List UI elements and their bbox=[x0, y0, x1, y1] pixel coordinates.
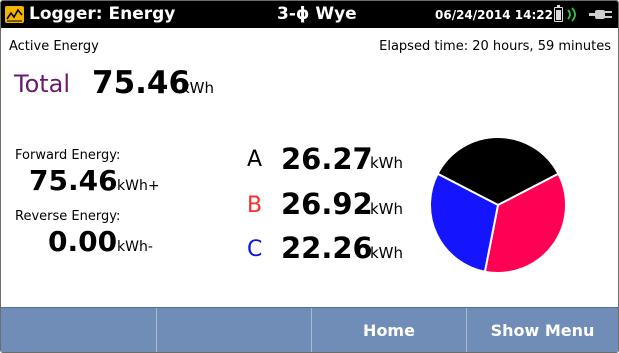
phase-b-unit: kWh bbox=[370, 200, 404, 218]
logger-screen: Logger: Energy 3-ϕ Wye 06/24/2014 14:22 … bbox=[0, 0, 619, 353]
phase-a-label: A bbox=[247, 147, 263, 172]
phase-a-unit: kWh bbox=[370, 154, 404, 172]
reverse-energy-unit: kWh- bbox=[117, 239, 153, 255]
screen-title: Logger: Energy bbox=[29, 4, 176, 24]
phase-b-value: 26.92 bbox=[281, 187, 373, 221]
function-key-1[interactable] bbox=[1, 308, 156, 352]
active-energy-label: Active Energy bbox=[9, 39, 99, 54]
battery-icon bbox=[554, 5, 563, 22]
function-key-bar: Home Show Menu bbox=[1, 307, 618, 352]
phase-c-value: 22.26 bbox=[281, 231, 373, 265]
elapsed-time: Elapsed time: 20 hours, 59 minutes bbox=[379, 39, 611, 54]
total-value: 75.46 bbox=[92, 65, 191, 101]
forward-energy-unit: kWh+ bbox=[117, 178, 160, 194]
date-time: 06/24/2014 14:22 bbox=[435, 8, 553, 22]
phase-c-label: C bbox=[247, 237, 263, 262]
logger-app-icon bbox=[5, 6, 24, 23]
phase-a-value: 26.27 bbox=[281, 142, 373, 176]
total-label: Total bbox=[14, 70, 71, 98]
wiring-mode: 3-ϕ Wye bbox=[277, 4, 357, 24]
show-menu-button[interactable]: Show Menu bbox=[466, 308, 618, 352]
phase-c-unit: kWh bbox=[370, 244, 404, 262]
total-unit: kWh bbox=[181, 79, 215, 97]
home-button[interactable]: Home bbox=[311, 308, 466, 352]
phase-b-label: B bbox=[247, 193, 263, 218]
wireless-icon bbox=[567, 7, 576, 22]
reverse-energy-label: Reverse Energy: bbox=[15, 209, 121, 224]
forward-energy-value: 75.46 bbox=[29, 164, 118, 197]
plug-icon bbox=[589, 10, 612, 19]
reverse-energy-value: 0.00 bbox=[48, 225, 118, 258]
function-key-2[interactable] bbox=[156, 308, 311, 352]
forward-energy-label: Forward Energy: bbox=[15, 148, 121, 163]
phase-energy-pie-chart bbox=[429, 136, 567, 274]
title-bar: Logger: Energy 3-ϕ Wye 06/24/2014 14:22 bbox=[1, 1, 618, 28]
